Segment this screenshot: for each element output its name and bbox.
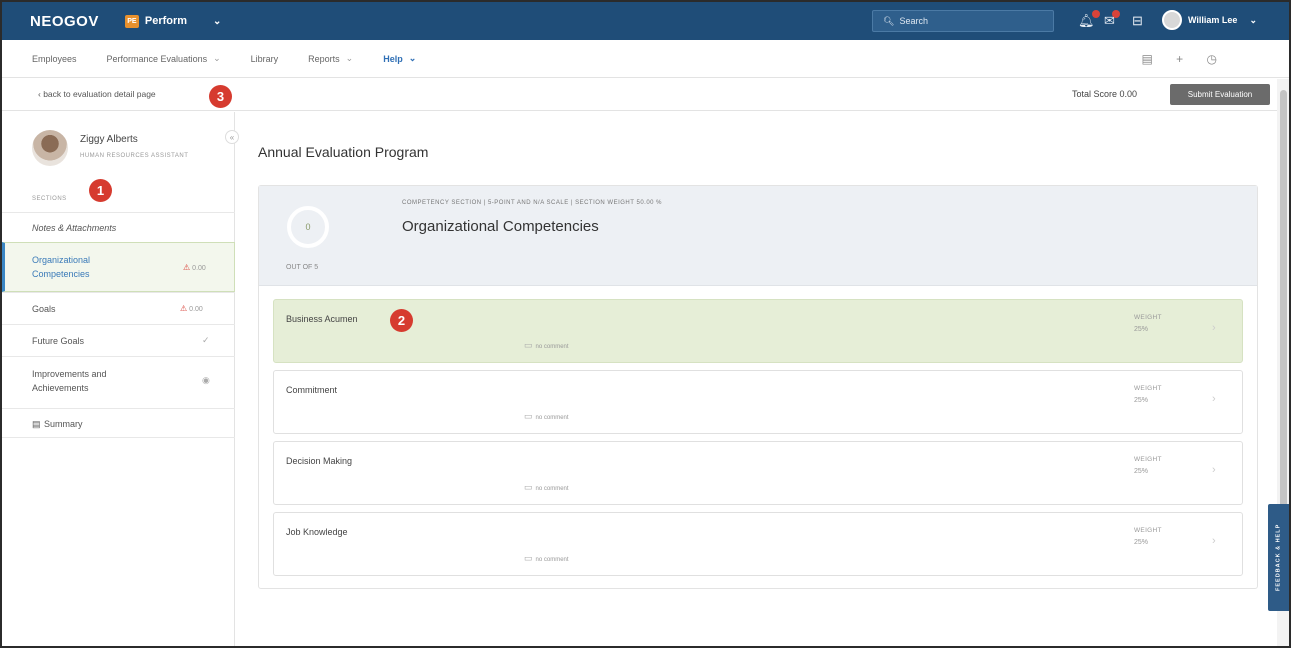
section-score: 0 [287,206,329,248]
add-icon[interactable]: + [1176,52,1183,66]
weight-value: 25% [1134,326,1149,333]
competency-name: Commitment [286,385,338,395]
comment-indicator: ▭ no comment [524,340,569,350]
user-name: William Lee [1188,15,1238,25]
sidebar-item-summary[interactable]: ▤ Summary [2,408,235,438]
warning-icon: ⚠ 0.00 [180,304,203,313]
competency-row[interactable]: Job Knowledge ▭ no comment WEIGHT 25% › [273,512,1243,576]
weight-label: WEIGHT [1134,527,1162,534]
sections-label: SECTIONS [32,196,67,202]
callout-marker-1: 1 [89,179,112,202]
product-name: Perform [144,15,188,27]
back-to-detail-link[interactable]: ‹ back to evaluation detail page [38,89,156,99]
main-nav: Employees Performance Evaluations ⌄ Libra… [2,40,1289,78]
comment-icon: ▭ [524,553,533,563]
comment-icon: ▭ [524,340,533,350]
search-placeholder: Search [899,16,928,26]
user-menu[interactable]: William Lee ⌄ [1162,10,1257,30]
chevron-right-icon: › [1212,535,1216,547]
comment-indicator: ▭ no comment [524,482,569,492]
competency-row[interactable]: Business Acumen ▭ no comment WEIGHT 25% › [273,299,1243,363]
collapse-sidebar-icon[interactable]: « [225,130,239,144]
sidebar-item-improvements[interactable]: Improvements and Achievements ◉ [2,356,235,408]
sections-sidebar: Ziggy Alberts HUMAN RESOURCES ASSISTANT … [2,112,239,646]
weight-value: 25% [1134,539,1149,546]
nav-tools: ▤ + ◷ [1141,52,1217,66]
chevron-down-icon: ⌄ [213,53,221,63]
app-frame: NEOGOV PE Perform ⌄ 🔍︎ Search 🔔︎ ✉ ⊟ Wil… [0,0,1291,648]
nav-library[interactable]: Library [251,54,279,64]
competency-row[interactable]: Commitment ▭ no comment WEIGHT 25% › [273,370,1243,434]
comment-indicator: ▭ no comment [524,411,569,421]
score-out-of: OUT OF 5 [286,264,319,271]
chevron-down-icon: ⌄ [1249,14,1257,25]
notification-dot [1111,10,1120,18]
messages-icon[interactable]: ✉ [1104,10,1120,29]
sidebar-item-future-goals[interactable]: Future Goals ✓ [2,324,235,356]
nav-help[interactable]: Help ⌄ [383,53,416,64]
weight-label: WEIGHT [1134,385,1162,392]
competency-name: Job Knowledge [286,527,348,537]
nav-performance-evaluations[interactable]: Performance Evaluations ⌄ [107,53,221,64]
competency-name: Business Acumen [286,314,358,324]
apps-icon[interactable]: ⊟ [1132,13,1143,29]
neogov-logo[interactable]: NEOGOV [30,13,99,30]
avatar [1162,10,1182,30]
weight-label: WEIGHT [1134,314,1162,321]
comment-icon: ▭ [524,482,533,492]
section-meta: COMPETENCY SECTION | 5-POINT AND N/A SCA… [402,200,663,206]
page-title: Annual Evaluation Program [258,144,429,160]
sidebar-item-goals[interactable]: Goals ⚠ 0.00 [2,292,235,324]
nav-employees[interactable]: Employees [32,54,77,64]
chevron-right-icon: › [1212,464,1216,476]
top-bar: NEOGOV PE Perform ⌄ 🔍︎ Search 🔔︎ ✉ ⊟ Wil… [2,2,1289,40]
comment-indicator: ▭ no comment [524,553,569,563]
employee-name: Ziggy Alberts [80,134,138,145]
summary-icon: ▤ [32,419,41,429]
competency-name: Decision Making [286,456,353,466]
view-icon: ◉ [202,375,210,385]
section-title: Organizational Competencies [402,218,599,235]
search-icon: 🔍︎ [883,15,895,26]
notification-dot [1091,10,1100,18]
employee-profile: Ziggy Alberts HUMAN RESOURCES ASSISTANT [2,112,235,182]
avatar [32,130,68,166]
employee-role: HUMAN RESOURCES ASSISTANT [80,153,189,159]
section-header: 0 OUT OF 5 COMPETENCY SECTION | 5-POINT … [259,186,1257,286]
evaluation-toolbar: ‹ back to evaluation detail page Total S… [2,79,1277,111]
chevron-down-icon: ⌄ [408,53,417,63]
competency-section-card: 0 OUT OF 5 COMPETENCY SECTION | 5-POINT … [258,185,1258,589]
feedback-help-tab[interactable]: FEEDBACK & HELP [1268,504,1289,611]
weight-label: WEIGHT [1134,456,1162,463]
weight-value: 25% [1134,468,1149,475]
sidebar-item-organizational-competencies[interactable]: Organizational Competencies ⚠ 0.00 [2,242,235,292]
chevron-right-icon: › [1212,322,1216,334]
search-input[interactable]: 🔍︎ Search [872,10,1054,32]
warning-icon: ⚠ 0.00 [183,263,206,272]
callout-marker-3: 3 [209,85,232,108]
weight-value: 25% [1134,397,1149,404]
check-icon: ✓ [202,335,210,345]
competency-row[interactable]: Decision Making ▭ no comment WEIGHT 25% › [273,441,1243,505]
bell-icon[interactable]: 🔔︎ [1078,10,1100,29]
sidebar-item-notes[interactable]: Notes & Attachments [2,212,235,242]
history-icon[interactable]: ◷ [1207,52,1217,66]
document-icon[interactable]: ▤ [1141,52,1152,66]
callout-marker-2: 2 [390,309,413,332]
submit-evaluation-button[interactable]: Submit Evaluation [1170,84,1270,105]
product-switcher[interactable]: PE Perform ⌄ [124,14,222,28]
perform-icon: PE [124,14,139,28]
nav-reports[interactable]: Reports ⌄ [308,53,353,64]
chevron-down-icon: ⌄ [213,15,222,27]
comment-icon: ▭ [524,411,533,421]
chevron-right-icon: › [1212,393,1216,405]
total-score: Total Score 0.00 [1072,89,1138,99]
chevron-down-icon: ⌄ [345,53,354,63]
